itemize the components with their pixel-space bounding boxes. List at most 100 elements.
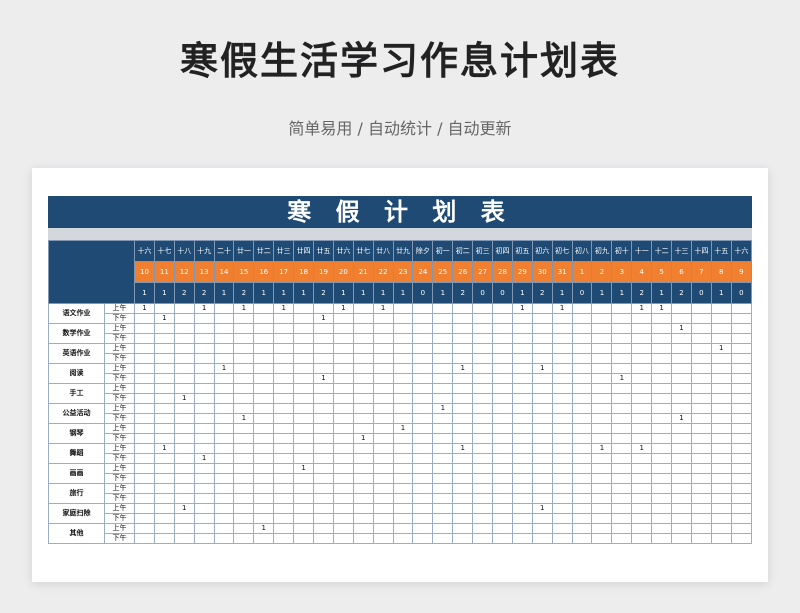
schedule-cell bbox=[611, 493, 633, 504]
schedule-cell bbox=[233, 533, 255, 544]
schedule-cell bbox=[412, 303, 434, 314]
schedule-cell bbox=[651, 523, 673, 534]
schedule-cell bbox=[372, 323, 394, 334]
total-cell: 1 bbox=[273, 282, 295, 304]
schedule-cell bbox=[153, 363, 175, 374]
pm-label: 下午 bbox=[104, 533, 135, 544]
schedule-cell bbox=[651, 443, 673, 454]
schedule-cell bbox=[153, 343, 175, 354]
schedule-cell bbox=[671, 473, 692, 484]
schedule-cell bbox=[352, 453, 374, 464]
schedule-cell bbox=[173, 403, 195, 414]
schedule-cell bbox=[472, 343, 494, 354]
schedule-cell bbox=[352, 503, 374, 514]
schedule-cell bbox=[293, 413, 315, 424]
schedule-cell bbox=[492, 513, 513, 524]
schedule-cell bbox=[591, 423, 613, 434]
schedule-cell bbox=[273, 363, 295, 374]
schedule-cell bbox=[293, 423, 315, 434]
schedule-cell bbox=[710, 393, 732, 404]
schedule-cell bbox=[671, 533, 692, 544]
schedule-cell bbox=[392, 343, 414, 354]
schedule-cell bbox=[591, 323, 613, 334]
schedule-cell bbox=[611, 323, 633, 334]
schedule-cell bbox=[432, 533, 454, 544]
schedule-cell bbox=[551, 313, 573, 324]
schedule-cell bbox=[432, 393, 454, 404]
schedule-cell bbox=[134, 503, 155, 514]
schedule-cell bbox=[611, 413, 633, 424]
schedule-cell bbox=[511, 393, 533, 404]
schedule-cell bbox=[492, 403, 513, 414]
pm-label: 下午 bbox=[104, 413, 135, 424]
schedule-cell bbox=[511, 383, 533, 394]
lunar-day-cell: 二十 bbox=[213, 240, 235, 262]
schedule-cell bbox=[710, 473, 732, 484]
schedule-cell bbox=[173, 303, 195, 314]
total-cell: 2 bbox=[531, 282, 553, 304]
am-label: 上午 bbox=[104, 443, 135, 454]
schedule-cell bbox=[253, 503, 275, 514]
lunar-day-cell: 廿六 bbox=[332, 240, 354, 262]
table-row: 旅行 上午 bbox=[48, 483, 753, 504]
pm-label: 下午 bbox=[104, 373, 135, 384]
schedule-cell bbox=[531, 493, 553, 504]
schedule-cell bbox=[631, 473, 653, 484]
schedule-cell bbox=[134, 443, 155, 454]
schedule-cell bbox=[352, 483, 374, 494]
schedule-cell bbox=[611, 443, 633, 454]
date-cell: 3 bbox=[611, 261, 633, 283]
schedule-cell bbox=[492, 323, 513, 334]
schedule-cell bbox=[452, 453, 474, 464]
schedule-cell bbox=[690, 423, 712, 434]
schedule-cell bbox=[551, 533, 573, 544]
schedule-cell bbox=[273, 453, 295, 464]
total-cell: 1 bbox=[352, 282, 374, 304]
date-cell: 31 bbox=[551, 261, 573, 283]
schedule-cell bbox=[193, 373, 215, 384]
schedule-cell bbox=[173, 313, 195, 324]
schedule-cell bbox=[591, 433, 613, 444]
schedule-cell bbox=[591, 403, 613, 414]
lunar-day-cell: 除夕 bbox=[412, 240, 434, 262]
schedule-table: 十六 十七 十八 十九 二十 廿一 廿二 廿三 廿四 廿五 廿六 廿七 廿八 廿九 除夕 初一 初二 初三 初四 初五… bbox=[48, 240, 753, 544]
schedule-cell bbox=[651, 383, 673, 394]
schedule-cell bbox=[671, 453, 692, 464]
schedule-cell bbox=[134, 383, 155, 394]
schedule-cell bbox=[690, 323, 712, 334]
schedule-cell bbox=[671, 333, 692, 344]
schedule-cell bbox=[631, 463, 653, 474]
schedule-cell: 1 bbox=[452, 363, 474, 374]
schedule-cell bbox=[452, 493, 474, 504]
schedule-cell bbox=[352, 343, 374, 354]
schedule-cell bbox=[352, 533, 374, 544]
schedule-cell bbox=[173, 383, 195, 394]
schedule-cell bbox=[571, 353, 593, 364]
schedule-cell bbox=[273, 313, 295, 324]
schedule-cell bbox=[253, 393, 275, 404]
schedule-cell bbox=[412, 383, 434, 394]
schedule-cell bbox=[651, 413, 673, 424]
date-cell: 7 bbox=[690, 261, 712, 283]
schedule-cell bbox=[452, 353, 474, 364]
schedule-cell bbox=[591, 533, 613, 544]
lunar-day-cell: 十二 bbox=[651, 240, 673, 262]
schedule-cell bbox=[551, 323, 573, 334]
schedule-cell bbox=[173, 423, 195, 434]
schedule-cell bbox=[392, 503, 414, 514]
category-label: 其他 bbox=[48, 523, 105, 544]
schedule-cell bbox=[651, 473, 673, 484]
schedule-cell bbox=[432, 413, 454, 424]
schedule-cell bbox=[472, 483, 494, 494]
schedule-cell bbox=[472, 413, 494, 424]
schedule-cell bbox=[591, 453, 613, 464]
schedule-cell bbox=[193, 403, 215, 414]
page-title: 寒假生活学习作息计划表 bbox=[179, 39, 620, 83]
schedule-cell bbox=[690, 373, 712, 384]
schedule-cell bbox=[392, 333, 414, 344]
schedule-cell bbox=[492, 463, 513, 474]
schedule-cell bbox=[392, 463, 414, 474]
schedule-cell bbox=[492, 363, 513, 374]
schedule-cell bbox=[412, 323, 434, 334]
schedule-cell bbox=[452, 533, 474, 544]
